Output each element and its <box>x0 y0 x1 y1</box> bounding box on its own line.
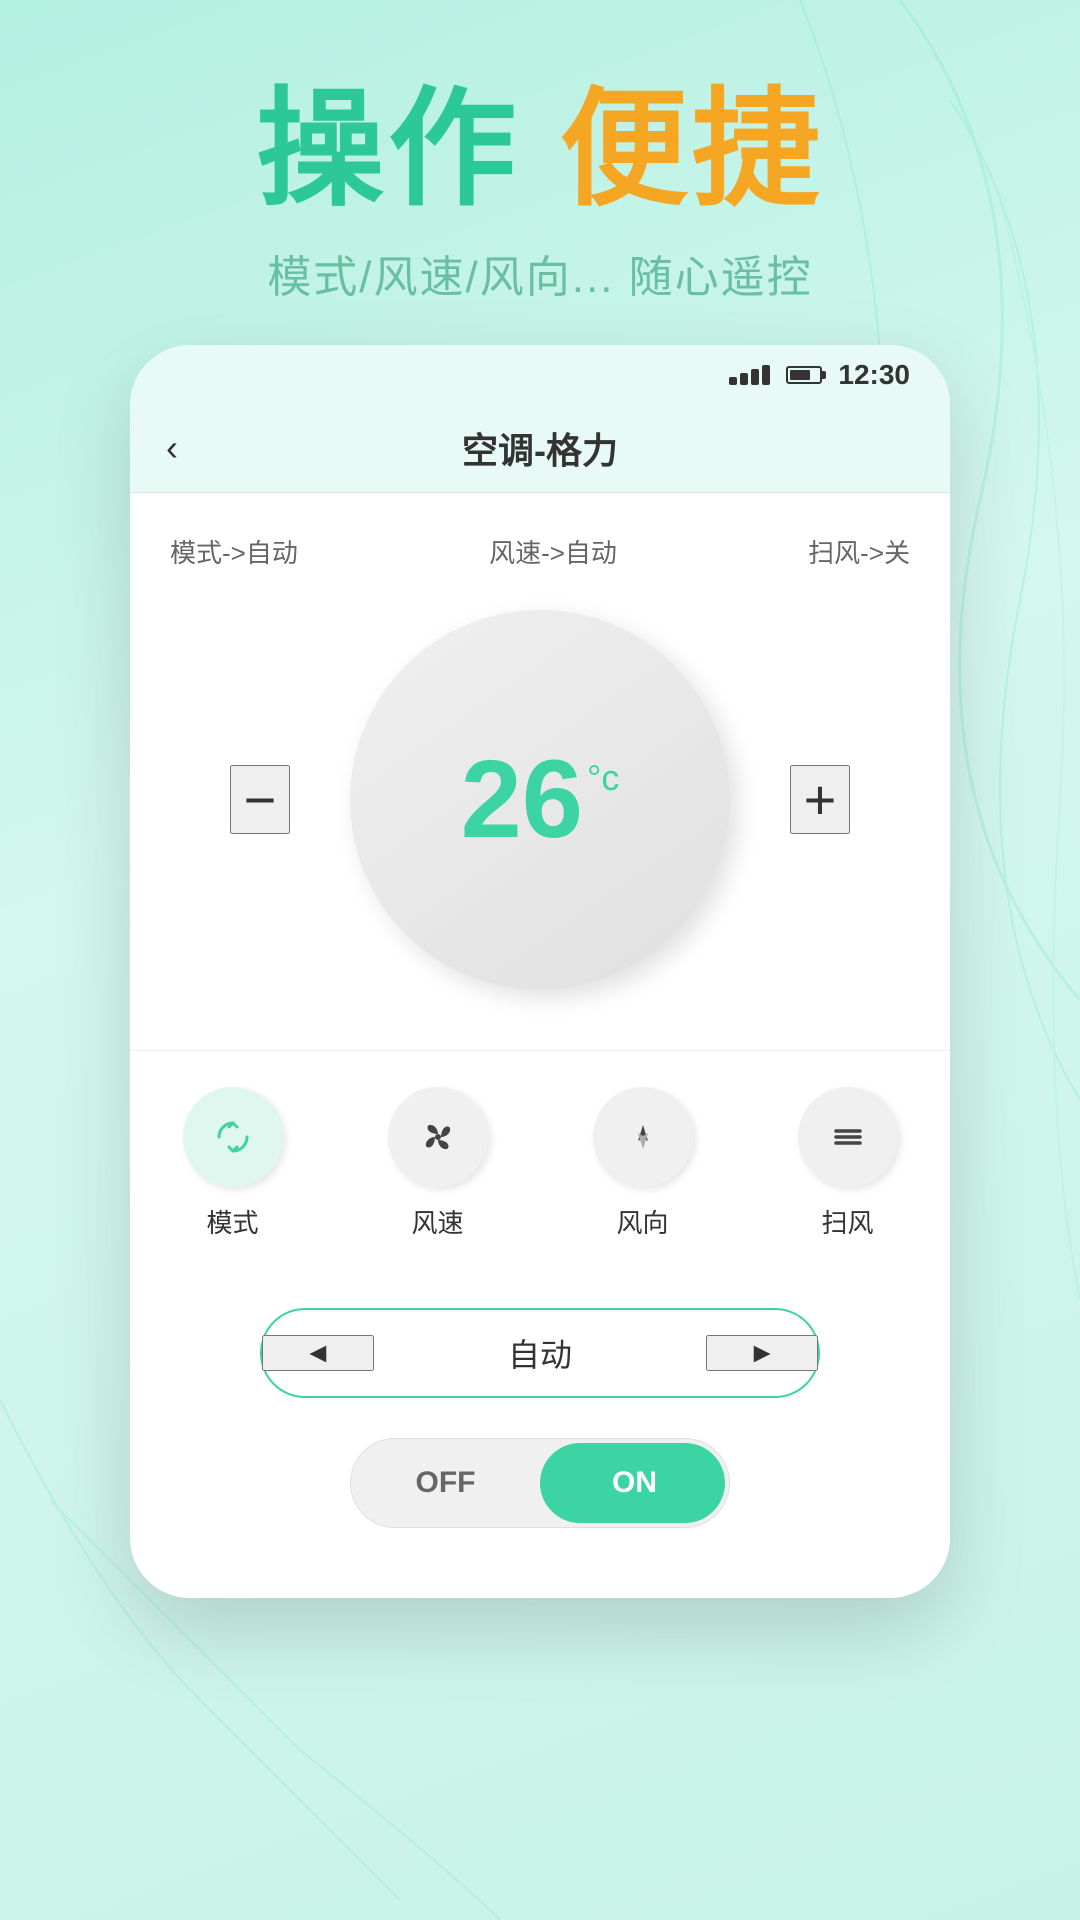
temp-circle: 26 °c <box>350 610 730 990</box>
mode-button[interactable]: 模式 <box>183 1087 283 1240</box>
status-time: 12:30 <box>838 359 910 391</box>
back-button[interactable]: ‹ <box>166 427 178 469</box>
bottom-area <box>130 1558 950 1598</box>
fan-icon <box>416 1115 460 1159</box>
app-title: 空调-格力 <box>462 422 618 474</box>
control-buttons-row: 模式 风速 风向 <box>130 1050 950 1268</box>
wind-speed-label: 风速 <box>411 1203 463 1240</box>
mode-icon <box>211 1115 255 1159</box>
sweep-label: 扫风 <box>821 1203 873 1240</box>
signal-icon <box>729 365 770 385</box>
wind-dir-label: 风向 <box>616 1203 668 1240</box>
mode-status: 模式->自动 <box>170 533 298 570</box>
temp-minus-button[interactable]: − <box>230 765 290 834</box>
wind-speed-icon-circle <box>388 1087 488 1187</box>
temp-value: 26 <box>461 745 583 855</box>
sweep-status: 扫风->关 <box>808 533 910 570</box>
hero-subtitle: 模式/风速/风向... 随心遥控 <box>0 241 1080 305</box>
toggle-on-label: ON <box>540 1439 729 1527</box>
temp-plus-button[interactable]: + <box>790 765 850 834</box>
mode-selector: ◄ 自动 ► <box>260 1308 820 1398</box>
phone-mockup: 12:30 ‹ 空调-格力 模式->自动 风速->自动 扫风->关 − 26 °… <box>130 345 950 1598</box>
sweep-icon <box>826 1115 870 1159</box>
hero-title-orange: 便捷 <box>560 78 824 221</box>
power-toggle-container: OFF ON <box>130 1438 950 1528</box>
app-header: ‹ 空调-格力 <box>130 405 950 493</box>
mode-current-value: 自动 <box>374 1330 707 1376</box>
status-bar: 12:30 <box>130 345 950 405</box>
hero-section: 操作 便捷 模式/风速/风向... 随心遥控 <box>0 0 1080 345</box>
temp-display: 26 °c <box>461 745 620 855</box>
mode-next-button[interactable]: ► <box>706 1335 818 1371</box>
battery-icon <box>786 366 822 384</box>
mode-label: 模式 <box>206 1203 258 1240</box>
wind-dir-icon-circle <box>593 1087 693 1187</box>
compass-icon <box>621 1115 665 1159</box>
wind-speed-status: 风速->自动 <box>489 533 617 570</box>
temp-control: − 26 °c + <box>170 590 910 1030</box>
sweep-icon-circle <box>798 1087 898 1187</box>
temp-unit: °c <box>587 757 619 799</box>
hero-title-green: 操作 <box>256 78 520 221</box>
wind-dir-button[interactable]: 风向 <box>593 1087 693 1240</box>
mode-prev-button[interactable]: ◄ <box>262 1335 374 1371</box>
status-row: 模式->自动 风速->自动 扫风->关 <box>170 533 910 570</box>
power-toggle[interactable]: OFF ON <box>350 1438 730 1528</box>
hero-title: 操作 便捷 <box>0 80 1080 221</box>
mode-icon-circle <box>183 1087 283 1187</box>
sweep-button[interactable]: 扫风 <box>798 1087 898 1240</box>
toggle-off-label: OFF <box>351 1439 540 1527</box>
wind-speed-button[interactable]: 风速 <box>388 1087 488 1240</box>
ac-control-panel: 模式->自动 风速->自动 扫风->关 − 26 °c + <box>130 493 950 1050</box>
